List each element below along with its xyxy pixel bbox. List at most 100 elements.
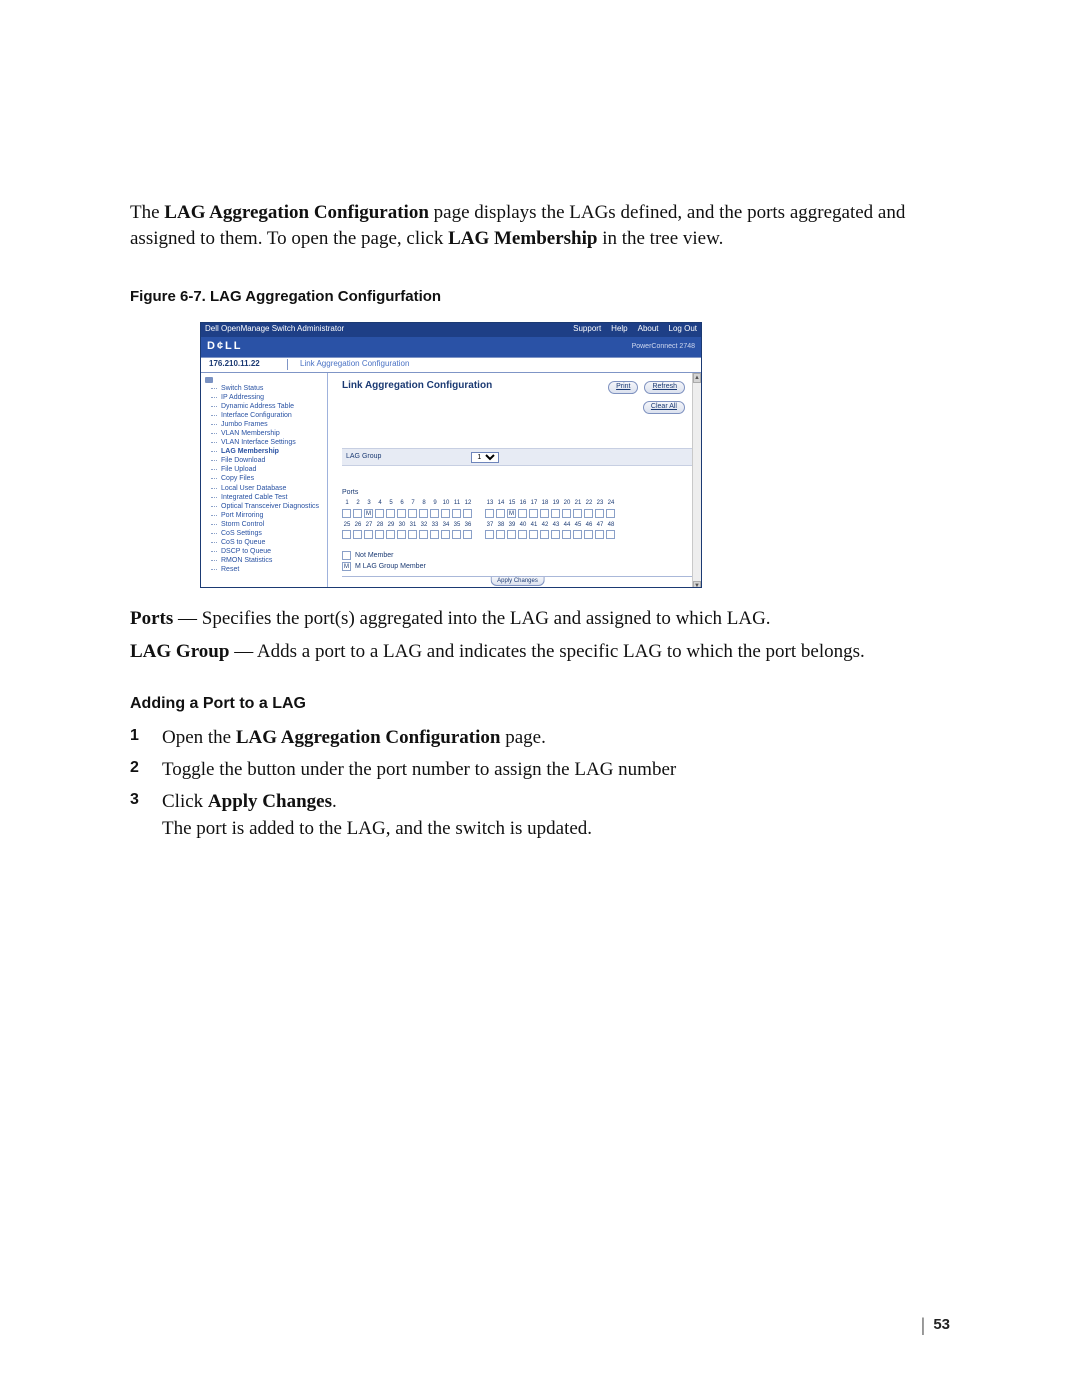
tree-item[interactable]: VLAN Interface Settings — [205, 438, 327, 447]
port-toggle[interactable] — [408, 509, 417, 518]
port-toggle[interactable] — [342, 509, 351, 518]
port-toggle[interactable] — [606, 509, 615, 518]
port-toggle[interactable] — [551, 509, 560, 518]
port-number: 38 — [496, 521, 506, 529]
port-number: 10 — [441, 499, 451, 507]
port-toggle[interactable] — [595, 509, 604, 518]
port-toggle[interactable] — [375, 509, 384, 518]
port-toggle[interactable] — [573, 509, 582, 518]
port-number: 43 — [551, 521, 561, 529]
port-toggle[interactable] — [562, 530, 571, 539]
window-title-bar: Dell OpenManage Switch Administrator Sup… — [201, 323, 701, 337]
tree-item[interactable]: File Upload — [205, 465, 327, 474]
port-toggle[interactable] — [551, 530, 560, 539]
port-toggle[interactable]: M — [507, 509, 516, 518]
port-toggle[interactable] — [353, 530, 362, 539]
nav-help[interactable]: Help — [611, 324, 627, 335]
port-toggle[interactable] — [584, 530, 593, 539]
tree-root[interactable] — [205, 377, 327, 383]
procedure-heading: Adding a Port to a LAG — [130, 693, 950, 715]
text: . — [332, 791, 337, 812]
port-number: 28 — [375, 521, 385, 529]
port-toggle[interactable] — [529, 530, 538, 539]
tree-item[interactable]: VLAN Membership — [205, 429, 327, 438]
print-button[interactable]: Print — [608, 381, 638, 394]
dell-logo: D¢LL — [207, 339, 243, 354]
tree-item[interactable]: IP Addressing — [205, 393, 327, 402]
port-toggle[interactable] — [540, 530, 549, 539]
port-toggle[interactable] — [441, 530, 450, 539]
nav-about[interactable]: About — [638, 324, 659, 335]
clear-all-button[interactable]: Clear All — [643, 401, 685, 414]
tree-item[interactable]: DSCP to Queue — [205, 547, 327, 556]
port-toggle[interactable] — [353, 509, 362, 518]
nav-support[interactable]: Support — [573, 324, 601, 335]
port-number: 26 — [353, 521, 363, 529]
port-toggle[interactable] — [375, 530, 384, 539]
port-number: 42 — [540, 521, 550, 529]
port-number: 5 — [386, 499, 396, 507]
tree-item[interactable]: Optical Transceiver Diagnostics — [205, 502, 327, 511]
action-buttons: Print Refresh Clear All — [608, 381, 685, 394]
device-ip: 176.210.11.22 — [201, 359, 288, 370]
port-toggle[interactable] — [529, 509, 538, 518]
lag-group-select[interactable]: 1 — [471, 452, 499, 463]
tree-item[interactable]: Copy Files — [205, 474, 327, 483]
port-toggle[interactable] — [452, 509, 461, 518]
tree-item[interactable]: CoS to Queue — [205, 538, 327, 547]
def-text-ports: — Specifies the port(s) aggregated into … — [173, 608, 770, 629]
scrollbar[interactable]: ▲ ▼ — [692, 373, 701, 587]
tree-item[interactable]: Interface Configuration — [205, 411, 327, 420]
tree-item[interactable]: Jumbo Frames — [205, 420, 327, 429]
port-toggle[interactable] — [595, 530, 604, 539]
port-toggle[interactable] — [485, 509, 494, 518]
port-toggle[interactable] — [584, 509, 593, 518]
port-toggle[interactable] — [397, 509, 406, 518]
port-toggle[interactable] — [573, 530, 582, 539]
port-toggle[interactable] — [386, 509, 395, 518]
port-toggle[interactable] — [518, 509, 527, 518]
port-toggle[interactable] — [419, 530, 428, 539]
port-toggle[interactable] — [397, 530, 406, 539]
port-toggle[interactable] — [562, 509, 571, 518]
tree-item[interactable]: File Download — [205, 456, 327, 465]
port-toggle[interactable] — [540, 509, 549, 518]
tree-item[interactable]: RMON Statistics — [205, 556, 327, 565]
scroll-down-icon[interactable]: ▼ — [693, 581, 701, 587]
port-toggle[interactable] — [452, 530, 461, 539]
port-number: 9 — [430, 499, 440, 507]
port-toggle[interactable] — [463, 509, 472, 518]
port-toggle[interactable] — [507, 530, 516, 539]
tree-item[interactable]: Storm Control — [205, 520, 327, 529]
nav-logout[interactable]: Log Out — [669, 324, 697, 335]
port-toggle[interactable] — [342, 530, 351, 539]
port-toggle[interactable] — [606, 530, 615, 539]
port-toggle[interactable] — [419, 509, 428, 518]
port-toggle[interactable] — [441, 509, 450, 518]
breadcrumb-bar: 176.210.11.22 Link Aggregation Configura… — [201, 357, 701, 373]
tree-item[interactable]: Reset — [205, 565, 327, 574]
tree-item[interactable]: Switch Status — [205, 384, 327, 393]
legend-not-member-icon — [342, 551, 351, 560]
port-toggle[interactable] — [386, 530, 395, 539]
tree-item[interactable]: CoS Settings — [205, 529, 327, 538]
port-toggle[interactable] — [496, 509, 505, 518]
port-toggle[interactable] — [430, 530, 439, 539]
port-number: 4 — [375, 499, 385, 507]
apply-changes-button[interactable]: Apply Changes — [490, 577, 545, 586]
port-toggle[interactable] — [463, 530, 472, 539]
tree-item[interactable]: Port Mirroring — [205, 511, 327, 520]
scroll-up-icon[interactable]: ▲ — [693, 373, 701, 383]
tree-item[interactable]: Dynamic Address Table — [205, 402, 327, 411]
port-toggle[interactable] — [485, 530, 494, 539]
tree-item[interactable]: Integrated Cable Test — [205, 493, 327, 502]
port-toggle[interactable] — [364, 530, 373, 539]
port-toggle[interactable] — [518, 530, 527, 539]
refresh-button[interactable]: Refresh — [644, 381, 685, 394]
tree-item[interactable]: LAG Membership — [205, 447, 327, 456]
port-toggle[interactable] — [408, 530, 417, 539]
port-toggle[interactable] — [496, 530, 505, 539]
tree-item[interactable]: Local User Database — [205, 484, 327, 493]
port-toggle[interactable] — [430, 509, 439, 518]
port-toggle[interactable]: M — [364, 509, 373, 518]
